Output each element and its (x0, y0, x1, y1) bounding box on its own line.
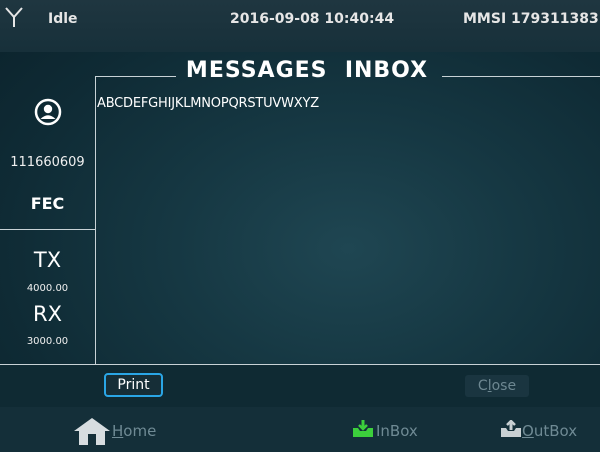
antenna-icon (5, 7, 23, 27)
message-text: ABCDEFGHIJKLMNOPQRSTUVWXYZ (97, 96, 319, 111)
title-divider-left (95, 76, 176, 77)
status-state: Idle (48, 11, 78, 27)
station-id: 111660609 (10, 155, 85, 170)
home-icon[interactable] (72, 416, 112, 446)
contact-icon[interactable] (34, 98, 62, 126)
outbox-icon[interactable] (500, 420, 522, 438)
status-bar: Idle 2016-09-08 10:40:44 MMSI 179311383 (0, 0, 600, 52)
tx-frequency: 4000.00 (26, 283, 69, 294)
inbox-icon[interactable] (352, 420, 374, 438)
close-button[interactable]: Close (465, 375, 529, 397)
panel-divider-horizontal (0, 229, 95, 230)
mode-label: FEC (30, 194, 65, 213)
status-mmsi: MMSI 179311383 (463, 11, 599, 27)
nav-outbox[interactable]: OutBox (522, 422, 577, 440)
nav-inbox[interactable]: InBox (376, 422, 418, 440)
status-datetime: 2016-09-08 10:40:44 (230, 11, 395, 27)
page-title: MESSAGES INBOX (185, 58, 429, 83)
rx-label: RX (33, 302, 62, 326)
print-button[interactable]: Print (104, 373, 163, 397)
rx-frequency: 3000.00 (26, 336, 69, 347)
app-screen: Idle 2016-09-08 10:40:44 MMSI 179311383 … (0, 0, 600, 452)
tx-label: TX (33, 248, 62, 272)
title-divider-right (442, 76, 600, 77)
panel-divider-vertical (95, 76, 96, 364)
nav-home[interactable]: Home (112, 422, 156, 440)
